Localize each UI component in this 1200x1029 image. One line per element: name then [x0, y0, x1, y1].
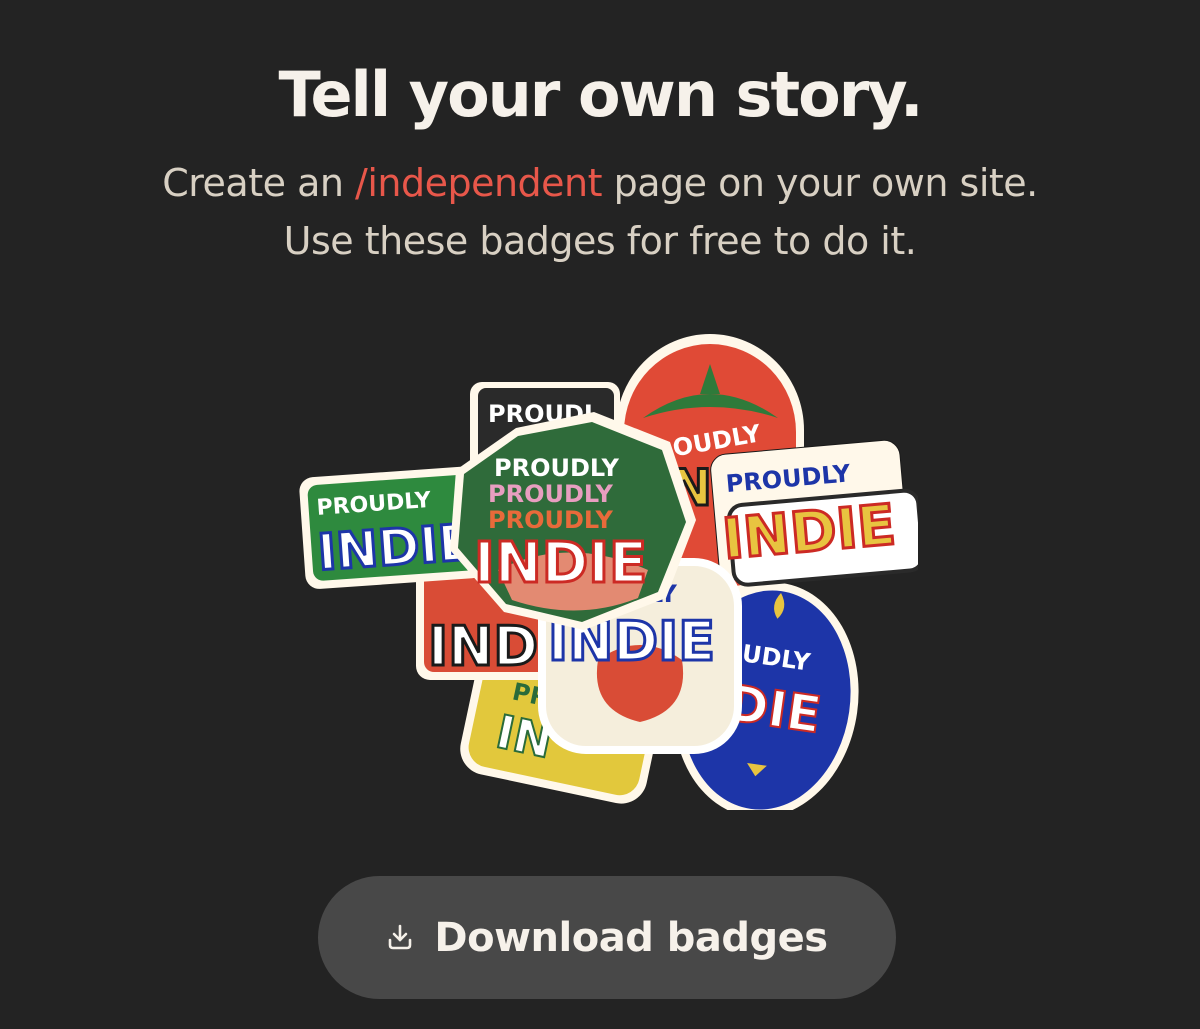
- sticker-pile-illustration: PR IN UDLY DIE INDI PROUDL PROUDLY PROUD…: [299, 334, 918, 810]
- download-icon: [389, 924, 412, 949]
- page-subtitle: Create an /independent page on your own …: [0, 154, 1200, 270]
- sticker-text: PROUDLY: [494, 454, 619, 482]
- sticker-text: PROUDLY: [488, 480, 613, 508]
- download-badges-label: Download badges: [434, 914, 828, 961]
- sticker-text: PROUDLY: [488, 506, 613, 534]
- download-badges-button[interactable]: Download badges: [318, 876, 896, 999]
- independent-path-highlight: /independent: [355, 161, 603, 205]
- subtitle-text-start: Create an: [162, 161, 356, 205]
- sticker-text: INDIE: [474, 531, 647, 596]
- white-indie-sticker: PROUDLY INDIE: [710, 439, 918, 587]
- page: Tell your own story. Create an /independ…: [0, 0, 1200, 1029]
- subtitle-line-2: Use these badges for free to do it.: [283, 219, 917, 263]
- subtitle-text-end: page on your own site.: [602, 161, 1039, 205]
- page-title: Tell your own story.: [278, 58, 923, 131]
